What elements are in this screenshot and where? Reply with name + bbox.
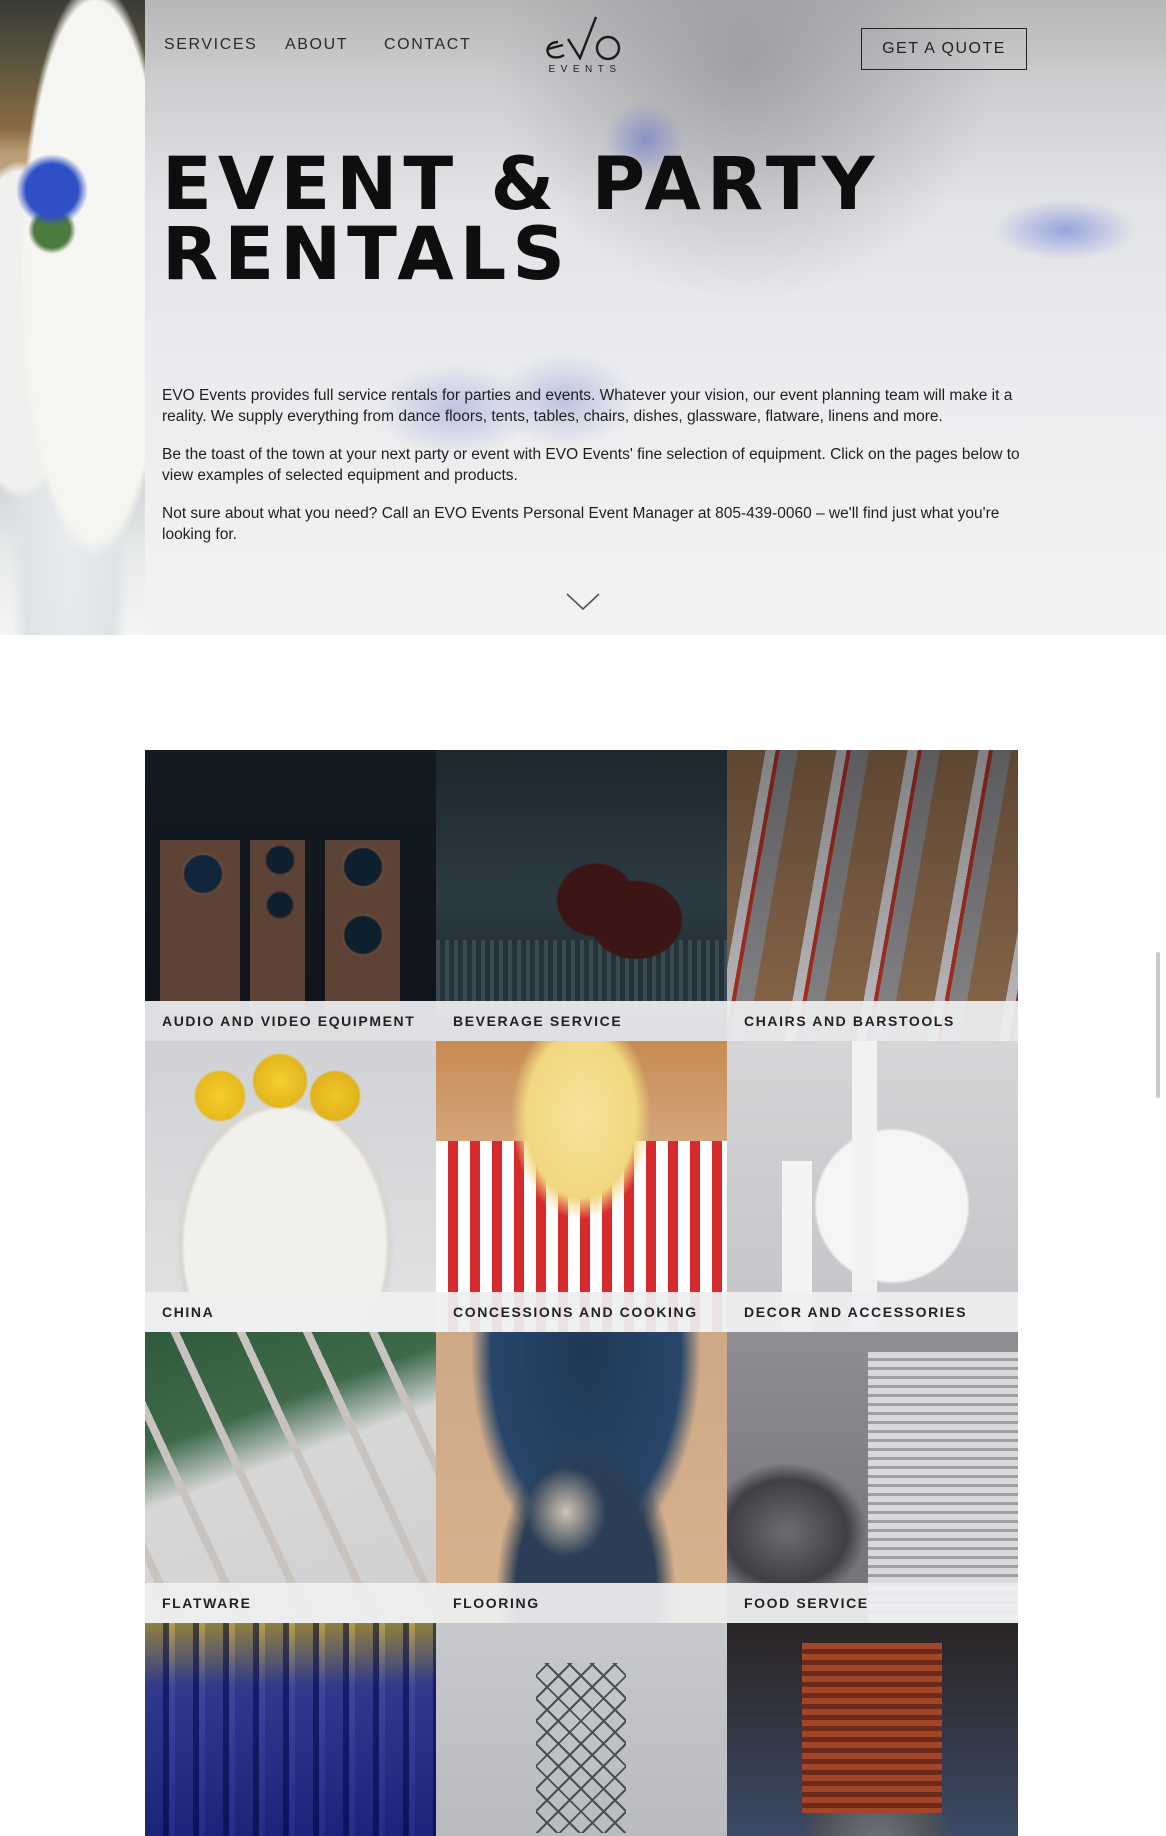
nav-about[interactable]: ABOUT [285, 36, 348, 54]
category-tile-decor[interactable]: DECOR AND ACCESSORIES [727, 1041, 1018, 1332]
logo-subtext: EVENTS [548, 64, 622, 75]
category-tile-heaters[interactable] [727, 1623, 1018, 1836]
category-grid: AUDIO AND VIDEO EQUIPMENT BEVERAGE SERVI… [145, 750, 1018, 1836]
category-tile-beverage[interactable]: BEVERAGE SERVICE [436, 750, 727, 1041]
category-tile-audio-video[interactable]: AUDIO AND VIDEO EQUIPMENT [145, 750, 436, 1041]
chevron-down-icon[interactable] [565, 591, 601, 613]
glassware-photo [145, 1623, 436, 1836]
food-service-photo [727, 1332, 1018, 1623]
intro-paragraph-2: Be the toast of the town at your next pa… [162, 446, 1020, 484]
title-line-2: RENTALS [162, 212, 571, 297]
category-tile-food-service[interactable]: FOOD SERVICE [727, 1332, 1018, 1623]
category-tile-flooring[interactable]: FLOORING [436, 1332, 727, 1623]
category-tile-china[interactable]: CHINA [145, 1041, 436, 1332]
category-tile-furniture[interactable] [436, 1623, 727, 1836]
logo-mark: eVo [540, 12, 621, 60]
category-tile-concessions[interactable]: CONCESSIONS AND COOKING [436, 1041, 727, 1332]
flatware-photo [145, 1332, 436, 1623]
evo-events-logo[interactable]: eVo EVENTS [540, 12, 630, 78]
category-label: FOOD SERVICE [727, 1583, 1018, 1623]
category-label: DECOR AND ACCESSORIES [727, 1292, 1018, 1332]
scrollbar-thumb[interactable] [1156, 952, 1160, 1098]
category-label: BEVERAGE SERVICE [436, 1001, 727, 1041]
flooring-photo [436, 1332, 727, 1623]
logo-text: eVo [540, 12, 542, 13]
decor-photo [727, 1041, 1018, 1332]
china-photo [145, 1041, 436, 1332]
category-tile-flatware[interactable]: FLATWARE [145, 1332, 436, 1623]
nav-services[interactable]: SERVICES [164, 36, 257, 54]
category-label: CONCESSIONS AND COOKING [436, 1292, 727, 1332]
category-label: CHAIRS AND BARSTOOLS [727, 1001, 1018, 1041]
category-label: CHINA [145, 1292, 436, 1332]
nav-contact[interactable]: CONTACT [384, 36, 471, 54]
category-tile-glassware[interactable] [145, 1623, 436, 1836]
beverage-photo [436, 750, 727, 1041]
category-label: FLATWARE [145, 1583, 436, 1623]
category-label: AUDIO AND VIDEO EQUIPMENT [145, 1001, 436, 1041]
page-title: EVENT & PARTY RENTALS [162, 148, 922, 291]
popcorn-photo [436, 1041, 727, 1332]
audio-video-photo [145, 750, 436, 1041]
chairs-photo [727, 750, 1018, 1041]
hero-section: SERVICES ABOUT CONTACT eVo EVENTS GET A … [0, 0, 1166, 635]
hero-description: EVO Events provides full service rentals… [162, 385, 1020, 562]
cot-photo [436, 1623, 727, 1836]
heater-photo [727, 1623, 1018, 1836]
get-a-quote-button[interactable]: GET A QUOTE [861, 28, 1027, 70]
intro-paragraph-3: Not sure about what you need? Call an EV… [162, 505, 1000, 543]
hero-side-photo [0, 0, 145, 635]
intro-paragraph-1: EVO Events provides full service rentals… [162, 387, 1013, 425]
category-tile-chairs[interactable]: CHAIRS AND BARSTOOLS [727, 750, 1018, 1041]
category-label: FLOORING [436, 1583, 727, 1623]
